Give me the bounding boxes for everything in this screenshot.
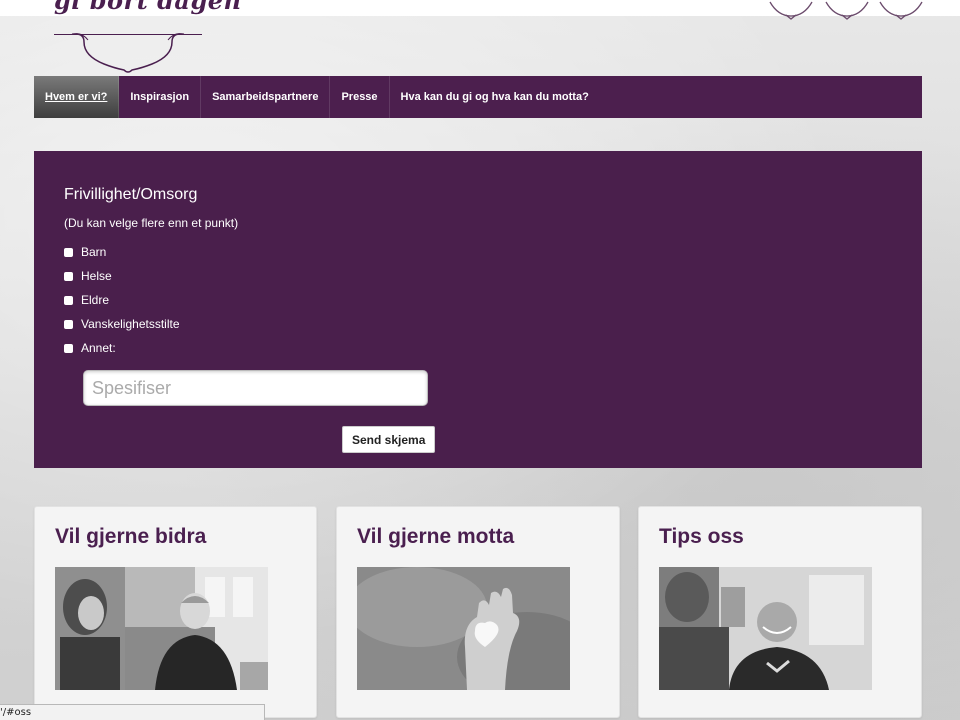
nav-item-presse[interactable]: Presse (330, 76, 390, 118)
checkbox-label: Helse (81, 269, 112, 283)
card-tips-oss: Tips oss (638, 506, 922, 718)
send-form-button[interactable]: Send skjema (342, 426, 436, 453)
smiling-man-photo[interactable] (659, 567, 872, 690)
checkbox-row-barn[interactable]: Barn (64, 245, 106, 259)
checkbox-label: Vanskelighetsstilte (81, 317, 180, 331)
checkbox-row-helse[interactable]: Helse (64, 269, 112, 283)
card-title[interactable]: Vil gjerne bidra (55, 525, 206, 549)
nav-item-inspirasjon[interactable]: Inspirasjon (119, 76, 202, 118)
specify-input[interactable] (83, 370, 428, 406)
nav-item-hva-kan-du-gi[interactable]: Hva kan du gi og hva kan du motta? (390, 76, 600, 118)
form-title: Frivillighet/Omsorg (64, 186, 198, 203)
ribbon-badge-icon (825, 1, 869, 20)
people-talking-photo[interactable] (55, 567, 268, 690)
card-title[interactable]: Vil gjerne motta (357, 525, 514, 549)
volunteer-form: Frivillighet/Omsorg (Du kan velge flere … (34, 151, 922, 468)
nav-item-hvem-er-vi[interactable]: Hvem er vi? (34, 76, 120, 118)
social-facebook[interactable] (768, 0, 814, 20)
checkbox[interactable] (64, 271, 73, 281)
nav-item-samarbeidspartnere[interactable]: Samarbeidspartnere (201, 76, 331, 118)
ribbon-badge-icon (769, 1, 813, 20)
hand-holding-heart-photo[interactable] (357, 567, 570, 690)
logo-text: gi bort dagen (54, 0, 242, 15)
checkbox-row-eldre[interactable]: Eldre (64, 293, 109, 307)
checkbox[interactable] (64, 319, 73, 329)
checkbox-row-vanskelighetsstilte[interactable]: Vanskelighetsstilte (64, 317, 180, 331)
site-logo[interactable]: gi bort dagen (54, 0, 241, 75)
browser-status-bar: '/#oss (0, 704, 265, 720)
ribbon-badge-icon (879, 1, 923, 20)
card-title[interactable]: Tips oss (659, 525, 744, 549)
checkbox-label: Eldre (81, 293, 110, 307)
checkbox[interactable] (64, 247, 73, 257)
main-nav: Hvem er vi? Inspirasjon Samarbeidspartne… (34, 76, 922, 118)
status-url: '/#oss (0, 707, 32, 718)
checkbox[interactable] (64, 295, 73, 305)
checkbox-label: Barn (81, 245, 107, 259)
checkbox[interactable] (64, 343, 73, 353)
checkbox-row-annet[interactable]: Annet: (64, 341, 116, 355)
logo-badge-icon (71, 33, 185, 73)
social-twitter[interactable] (824, 0, 870, 20)
checkbox-label: Annet: (81, 341, 116, 355)
social-youtube[interactable] (878, 0, 924, 20)
card-vil-gjerne-bidra: Vil gjerne bidra (34, 506, 317, 718)
card-vil-gjerne-motta: Vil gjerne motta (336, 506, 620, 718)
form-note: (Du kan velge flere enn et punkt) (64, 216, 239, 230)
